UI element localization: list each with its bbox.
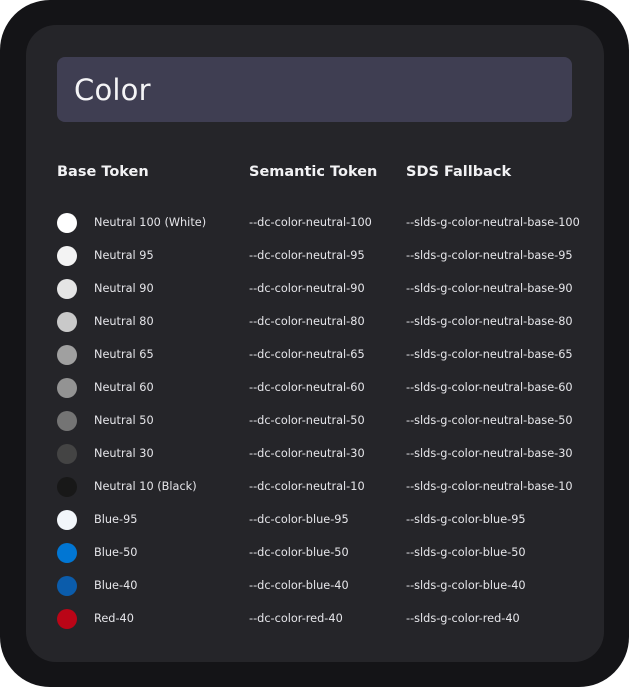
sds-fallback-name: --slds-g-color-blue-50 (406, 546, 526, 559)
table-row: Neutral 65 --dc-color-neutral-65 --slds-g-… (57, 339, 597, 372)
semantic-token-name: --dc-color-neutral-30 (249, 447, 365, 460)
color-swatch (57, 444, 77, 464)
table-row: Neutral 100 (White) --dc-color-neutral-10… (57, 207, 597, 240)
sds-fallback-name: --slds-g-color-neutral-base-10 (406, 480, 573, 493)
base-token-name: Neutral 80 (94, 315, 154, 328)
sds-fallback-name: --slds-g-color-neutral-base-65 (406, 348, 573, 361)
base-token-name: Neutral 60 (94, 381, 154, 394)
base-token-name: Blue-40 (94, 579, 138, 592)
color-swatch (57, 543, 77, 563)
semantic-token-name: --dc-color-neutral-80 (249, 315, 365, 328)
sds-fallback-name: --slds-g-color-neutral-base-95 (406, 249, 573, 262)
base-token-name: Blue-50 (94, 546, 138, 559)
column-header-sds-fallback: SDS Fallback (406, 164, 512, 180)
table-row: Neutral 50 --dc-color-neutral-50 --slds-g-… (57, 405, 597, 438)
table-row: Blue-50 --dc-color-blue-50 --slds-g-color-… (57, 537, 597, 570)
color-swatch (57, 246, 77, 266)
color-swatch (57, 378, 77, 398)
base-token-name: Blue-95 (94, 513, 138, 526)
sds-fallback-name: --slds-g-color-neutral-base-80 (406, 315, 573, 328)
semantic-token-name: --dc-color-neutral-65 (249, 348, 365, 361)
semantic-token-name: --dc-color-blue-95 (249, 513, 349, 526)
table-row: Neutral 95 --dc-color-neutral-95 --slds-g-… (57, 240, 597, 273)
semantic-token-name: --dc-color-neutral-10 (249, 480, 365, 493)
column-header-semantic-token: Semantic Token (249, 164, 378, 180)
sds-fallback-name: --slds-g-color-red-40 (406, 612, 520, 625)
color-swatch (57, 279, 77, 299)
device-frame: Color Base Token Semantic Token SDS Fall… (0, 0, 629, 687)
color-swatch (57, 312, 77, 332)
semantic-token-name: --dc-color-neutral-95 (249, 249, 365, 262)
base-token-name: Neutral 100 (White) (94, 216, 207, 229)
table-row: Blue-95 --dc-color-blue-95 --slds-g-color-… (57, 504, 597, 537)
color-swatch (57, 477, 77, 497)
page-title: Color (74, 72, 151, 107)
color-swatch (57, 213, 77, 233)
semantic-token-name: --dc-color-neutral-90 (249, 282, 365, 295)
base-token-name: Neutral 95 (94, 249, 154, 262)
color-swatch (57, 345, 77, 365)
table-row: Neutral 30 --dc-color-neutral-30 --slds-g-… (57, 438, 597, 471)
color-swatch (57, 411, 77, 431)
table-row: Neutral 60 --dc-color-neutral-60 --slds-g-… (57, 372, 597, 405)
color-swatch (57, 576, 77, 596)
semantic-token-name: --dc-color-blue-50 (249, 546, 349, 559)
title-bar: Color (57, 57, 572, 122)
semantic-token-name: --dc-color-neutral-50 (249, 414, 365, 427)
semantic-token-name: --dc-color-red-40 (249, 612, 343, 625)
base-token-name: Red-40 (94, 612, 134, 625)
color-swatch (57, 510, 77, 530)
sds-fallback-name: --slds-g-color-neutral-base-90 (406, 282, 573, 295)
base-token-name: Neutral 10 (Black) (94, 480, 197, 493)
token-table: Neutral 100 (White) --dc-color-neutral-10… (57, 207, 597, 636)
color-swatch (57, 609, 77, 629)
column-header-base-token: Base Token (57, 164, 149, 180)
sds-fallback-name: --slds-g-color-neutral-base-30 (406, 447, 573, 460)
sds-fallback-name: --slds-g-color-neutral-base-50 (406, 414, 573, 427)
table-row: Neutral 90 --dc-color-neutral-90 --slds-g-… (57, 273, 597, 306)
base-token-name: Neutral 65 (94, 348, 154, 361)
table-row: Neutral 10 (Black) --dc-color-neutral-10 -… (57, 471, 597, 504)
table-row: Neutral 80 --dc-color-neutral-80 --slds-g-… (57, 306, 597, 339)
sds-fallback-name: --slds-g-color-blue-40 (406, 579, 526, 592)
table-row: Blue-40 --dc-color-blue-40 --slds-g-color-… (57, 570, 597, 603)
base-token-name: Neutral 90 (94, 282, 154, 295)
sds-fallback-name: --slds-g-color-blue-95 (406, 513, 526, 526)
semantic-token-name: --dc-color-neutral-100 (249, 216, 372, 229)
base-token-name: Neutral 50 (94, 414, 154, 427)
semantic-token-name: --dc-color-blue-40 (249, 579, 349, 592)
color-token-panel: Color Base Token Semantic Token SDS Fall… (26, 25, 604, 662)
semantic-token-name: --dc-color-neutral-60 (249, 381, 365, 394)
base-token-name: Neutral 30 (94, 447, 154, 460)
table-row: Red-40 --dc-color-red-40 --slds-g-color-re… (57, 603, 597, 636)
sds-fallback-name: --slds-g-color-neutral-base-60 (406, 381, 573, 394)
sds-fallback-name: --slds-g-color-neutral-base-100 (406, 216, 580, 229)
